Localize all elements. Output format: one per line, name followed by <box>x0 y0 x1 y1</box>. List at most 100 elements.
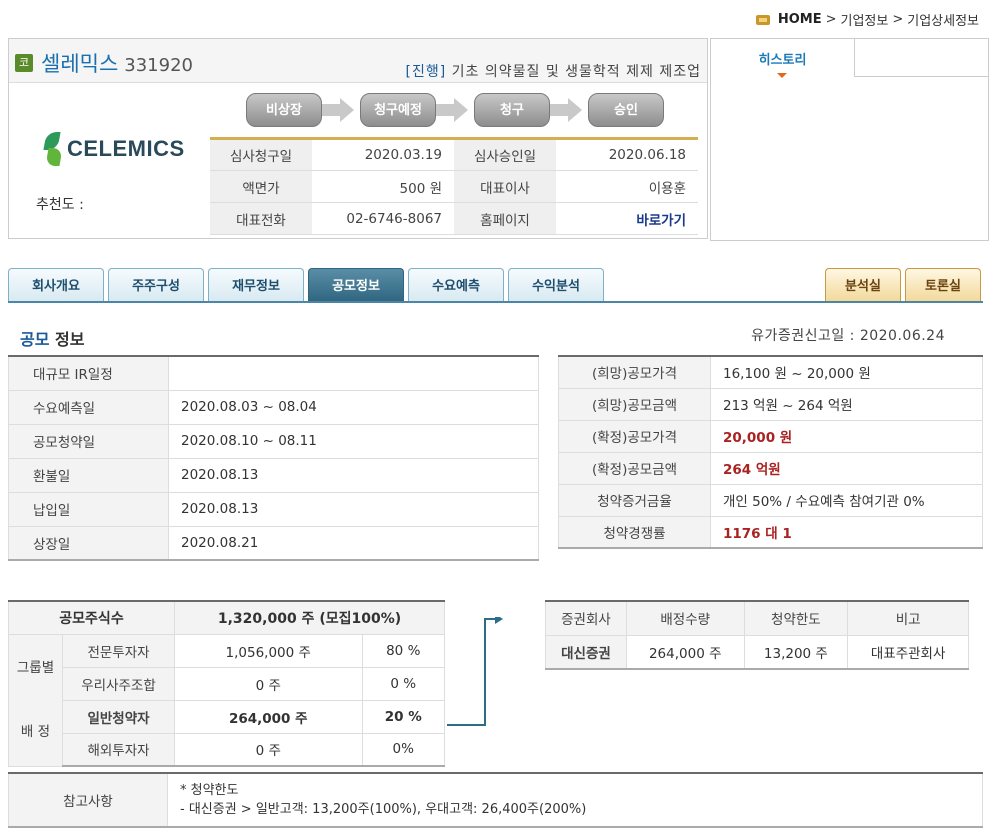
breadcrumb-level1[interactable]: 기업정보 <box>840 10 888 29</box>
table-row: 수요예측일 2020.08.03 ~ 08.04 <box>8 389 539 425</box>
tab-demand-forecast[interactable]: 수요예측 <box>408 268 504 302</box>
info-value: 02-6746-8067 <box>312 202 454 235</box>
company-description: [진행] 기초 의약물질 및 생물학적 제제 제조업 <box>406 61 701 81</box>
breadcrumb-separator: > <box>892 12 904 27</box>
tab-financials[interactable]: 재무정보 <box>208 268 304 302</box>
info-value: 이용훈 <box>556 170 698 203</box>
company-info-table: 심사청구일 2020.03.19 심사승인일 2020.06.18 액면가 50… <box>210 137 698 235</box>
pricing-label: (희망)공모가격 <box>558 355 711 389</box>
tab-company-overview[interactable]: 회사개요 <box>8 268 104 302</box>
info-value: 2020.03.19 <box>312 138 454 171</box>
listing-progress-steps: 비상장 청구예정 청구 승인 <box>246 93 664 127</box>
pricing-label: (확정)공모가격 <box>558 419 711 453</box>
allocation-pct: 20 % <box>361 699 445 734</box>
column-header: 증권회사 <box>545 600 627 636</box>
table-row: 환불일 2020.08.13 <box>8 457 539 493</box>
section-title: 공모 정보 <box>20 326 84 350</box>
group-label-line1: 그룹별 <box>16 660 55 676</box>
schedule-label: 상장일 <box>8 525 169 561</box>
pricing-value: 20,000 원 <box>710 419 983 453</box>
allocation-shares: 0 주 <box>174 666 363 701</box>
company-summary-box: 코 셀레믹스 331920 [진행] 기초 의약물질 및 생물학적 제제 제조업 … <box>8 38 708 239</box>
homepage-link[interactable]: 바로가기 <box>636 213 686 229</box>
table-row: (희망)공모금액 213 억원 ~ 264 억원 <box>558 387 983 421</box>
company-header: 코 셀레믹스 331920 [진행] 기초 의약물질 및 생물학적 제제 제조업 <box>9 39 707 83</box>
tab-analysis-room[interactable]: 분석실 <box>825 268 901 302</box>
info-label: 심사청구일 <box>210 138 312 171</box>
pricing-value: 16,100 원 ~ 20,000 원 <box>710 355 983 389</box>
pricing-label: 청약증거금율 <box>558 483 711 517</box>
tab-ipo-info[interactable]: 공모정보 <box>308 268 404 302</box>
table-row: 공모주식수 1,320,000 주 (모집100%) <box>8 600 445 635</box>
homepage-cell: 바로가기 <box>556 202 698 235</box>
company-name-text: 셀레믹스 <box>41 52 119 76</box>
pricing-value: 1176 대 1 <box>710 515 983 549</box>
arrow-right-icon <box>322 93 360 127</box>
caret-down-icon <box>777 73 787 78</box>
broker-limit: 13,200 주 <box>743 634 849 670</box>
company-name: 셀레믹스 331920 <box>41 48 193 78</box>
notes-label: 참고사항 <box>8 772 168 828</box>
tab-history[interactable]: 히스토리 <box>711 39 855 77</box>
allocation-shares: 0 주 <box>174 732 363 767</box>
share-allocation-table: 공모주식수 1,320,000 주 (모집100%) 그룹별 배 정 전문투자자 … <box>8 600 445 767</box>
main-tabs: 회사개요 주주구성 재무정보 공모정보 수요예측 수익분석 <box>8 268 604 302</box>
allocation-label: 전문투자자 <box>62 633 175 668</box>
allocation-label: 일반청약자 <box>62 699 175 734</box>
industry-text: 기초 의약물질 및 생물학적 제제 제조업 <box>451 64 701 80</box>
table-row: 대규모 IR일정 <box>8 355 539 391</box>
table-row: (확정)공모금액 264 억원 <box>558 451 983 485</box>
step-approved: 승인 <box>588 93 664 127</box>
table-row: 증권회사 배정수량 청약한도 비고 <box>545 600 969 636</box>
allocation-shares: 1,056,000 주 <box>174 633 363 668</box>
breadcrumb-home[interactable]: HOME <box>778 12 822 27</box>
schedule-label: 공모청약일 <box>8 423 169 459</box>
company-logo: CELEMICS <box>43 132 185 166</box>
section-title-rest: 정보 <box>49 330 85 349</box>
pricing-value: 개인 50% / 수요예측 참여기관 0% <box>710 483 983 517</box>
table-row: 공모청약일 2020.08.10 ~ 08.11 <box>8 423 539 459</box>
logo-mark-icon <box>43 132 63 166</box>
table-row: 그룹별 배 정 전문투자자 1,056,000 주 80 % <box>8 633 445 767</box>
breadcrumb-level2[interactable]: 기업상세정보 <box>907 10 979 29</box>
pricing-label: (확정)공모금액 <box>558 451 711 485</box>
logo-text: CELEMICS <box>67 136 185 161</box>
table-row: (희망)공모가격 16,100 원 ~ 20,000 원 <box>558 355 983 389</box>
group-allocation-label: 그룹별 배 정 <box>8 633 63 767</box>
breadcrumb-separator: > <box>825 12 837 27</box>
notes-line: * 청약한도 <box>180 783 239 798</box>
notes-table: 참고사항 * 청약한도 - 대신증권 > 일반고객: 13,200주(100%),… <box>8 772 983 828</box>
arrow-right-icon <box>436 93 474 127</box>
home-icon <box>755 14 770 25</box>
schedule-label: 대규모 IR일정 <box>8 355 169 391</box>
ipo-pricing-table: (희망)공모가격 16,100 원 ~ 20,000 원 (희망)공모금액 213 … <box>558 355 983 549</box>
company-code: 331920 <box>124 55 193 76</box>
pricing-value: 264 억원 <box>710 451 983 485</box>
allocation-pct: 0 % <box>361 666 445 701</box>
market-badge: 코 <box>15 54 33 72</box>
table-row: 우리사주조합 0 주 0 % <box>9 666 445 701</box>
column-header: 비고 <box>847 600 969 636</box>
tab-shareholders[interactable]: 주주구성 <box>108 268 204 302</box>
arrow-right-icon <box>550 93 588 127</box>
tab-discussion-room[interactable]: 토론실 <box>905 268 981 302</box>
schedule-value: 2020.08.21 <box>168 525 539 561</box>
info-label: 홈페이지 <box>454 202 556 235</box>
allocation-label: 우리사주조합 <box>62 666 175 701</box>
recommend-label: 추천도 : <box>36 197 84 213</box>
schedule-value: 2020.08.13 <box>168 457 539 493</box>
tab-return-analysis[interactable]: 수익분석 <box>508 268 604 302</box>
tab-underline <box>8 301 983 303</box>
column-header: 청약한도 <box>743 600 849 636</box>
table-row: 해외투자자 0 주 0% <box>9 732 445 767</box>
info-value: 500 원 <box>312 170 454 203</box>
table-row: 대신증권 264,000 주 13,200 주 대표주관회사 <box>545 634 969 670</box>
notes-content: * 청약한도 - 대신증권 > 일반고객: 13,200주(100%), 우대고객… <box>167 772 983 828</box>
schedule-value: 2020.08.10 ~ 08.11 <box>168 423 539 459</box>
table-row: 참고사항 * 청약한도 - 대신증권 > 일반고객: 13,200주(100%),… <box>8 772 983 828</box>
side-tabs: 분석실 토론실 <box>825 268 981 302</box>
allocation-label: 해외투자자 <box>62 732 175 767</box>
pricing-value: 213 억원 ~ 264 억원 <box>710 387 983 421</box>
total-shares-label: 공모주식수 <box>8 600 175 635</box>
pricing-label: (희망)공모금액 <box>558 387 711 421</box>
